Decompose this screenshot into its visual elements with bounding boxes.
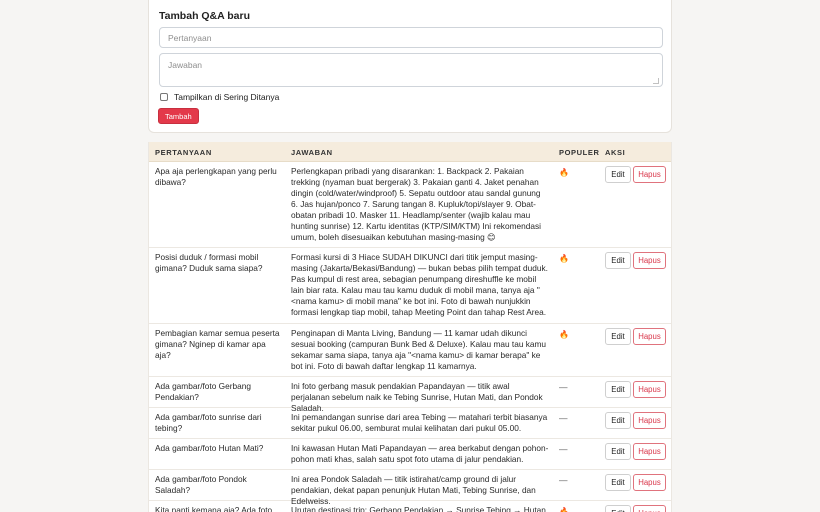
add-button[interactable]: Tambah xyxy=(158,108,199,124)
not-popular-dash: — xyxy=(559,444,568,454)
add-qa-card: Tambah Q&A baru Tampilkan di Sering Dita… xyxy=(148,0,672,133)
table-row: Ada gambar/foto sunrise dari tebing? Ini … xyxy=(149,408,671,439)
edit-button[interactable]: Edit xyxy=(605,412,631,429)
fire-icon: 🔥 xyxy=(559,168,569,177)
header-question: PERTANYAAN xyxy=(155,148,212,157)
edit-button[interactable]: Edit xyxy=(605,474,631,491)
edit-button[interactable]: Edit xyxy=(605,381,631,398)
answer-cell: Perlengkapan pribadi yang disarankan: 1.… xyxy=(291,166,541,242)
question-cell: Posisi duduk / formasi mobil gimana? Dud… xyxy=(155,252,263,273)
edit-button[interactable]: Edit xyxy=(605,252,631,269)
not-popular-dash: — xyxy=(559,413,568,423)
delete-button[interactable]: Hapus xyxy=(633,381,666,398)
featured-checkbox[interactable] xyxy=(160,93,168,101)
delete-button[interactable]: Hapus xyxy=(633,474,666,491)
answer-textarea[interactable] xyxy=(159,53,663,87)
table-header: PERTANYAAN JAWABAN POPULER AKSI xyxy=(149,142,671,162)
question-cell: Apa aja perlengkapan yang perlu dibawa? xyxy=(155,166,277,187)
fire-icon: 🔥 xyxy=(559,507,569,512)
question-cell: Ada gambar/foto Gerbang Pendakian? xyxy=(155,381,251,402)
resize-grip-icon[interactable] xyxy=(653,78,659,84)
fire-icon: 🔥 xyxy=(559,254,569,263)
delete-button[interactable]: Hapus xyxy=(633,328,666,345)
answer-cell: Formasi kursi di 3 Hiace SUDAH DIKUNCI d… xyxy=(291,252,548,317)
not-popular-dash: — xyxy=(559,475,568,485)
table-row: Kita nanti kemana aja? Ada foto Urutan de… xyxy=(149,501,671,512)
table-row: Apa aja perlengkapan yang perlu dibawa? P… xyxy=(149,162,671,248)
fire-icon: 🔥 xyxy=(559,330,569,339)
header-actions: AKSI xyxy=(605,148,626,157)
table-row: Ada gambar/foto Pondok Saladah? Ini area … xyxy=(149,470,671,506)
qa-table: PERTANYAAN JAWABAN POPULER AKSI Apa aja … xyxy=(148,142,672,512)
delete-button[interactable]: Hapus xyxy=(633,505,666,512)
header-answer: JAWABAN xyxy=(291,148,333,157)
table-row: Posisi duduk / formasi mobil gimana? Dud… xyxy=(149,248,671,324)
delete-button[interactable]: Hapus xyxy=(633,252,666,269)
delete-button[interactable]: Hapus xyxy=(633,166,666,183)
form-title: Tambah Q&A baru xyxy=(159,10,251,22)
edit-button[interactable]: Edit xyxy=(605,166,631,183)
header-popular: POPULER xyxy=(559,148,600,157)
edit-button[interactable]: Edit xyxy=(605,328,631,345)
edit-button[interactable]: Edit xyxy=(605,443,631,460)
featured-checkbox-label: Tampilkan di Sering Ditanya xyxy=(174,92,280,102)
question-cell: Ada gambar/foto Pondok Saladah? xyxy=(155,474,247,495)
table-row: Ada gambar/foto Gerbang Pendakian? Ini fo… xyxy=(149,377,671,413)
delete-button[interactable]: Hapus xyxy=(633,443,666,460)
question-input[interactable] xyxy=(159,27,663,48)
answer-cell: Urutan destinasi trip: Gerbang Pendakian… xyxy=(291,505,546,512)
question-cell: Pembagian kamar semua peserta gimana? Ng… xyxy=(155,328,280,360)
featured-checkbox-row[interactable]: Tampilkan di Sering Ditanya xyxy=(160,92,279,102)
question-cell: Kita nanti kemana aja? Ada foto xyxy=(155,505,273,512)
delete-button[interactable]: Hapus xyxy=(633,412,666,429)
answer-cell: Ini pemandangan sunrise dari area Tebing… xyxy=(291,412,548,433)
not-popular-dash: — xyxy=(559,382,568,392)
question-cell: Ada gambar/foto sunrise dari tebing? xyxy=(155,412,262,433)
answer-cell: Penginapan di Manta Living, Bandung — 11… xyxy=(291,328,547,371)
table-row: Pembagian kamar semua peserta gimana? Ng… xyxy=(149,324,671,377)
question-cell: Ada gambar/foto Hutan Mati? xyxy=(155,443,264,453)
table-row: Ada gambar/foto Hutan Mati? Ini kawasan H… xyxy=(149,439,671,470)
edit-button[interactable]: Edit xyxy=(605,505,631,512)
answer-cell: Ini kawasan Hutan Mati Papandayan — area… xyxy=(291,443,549,464)
